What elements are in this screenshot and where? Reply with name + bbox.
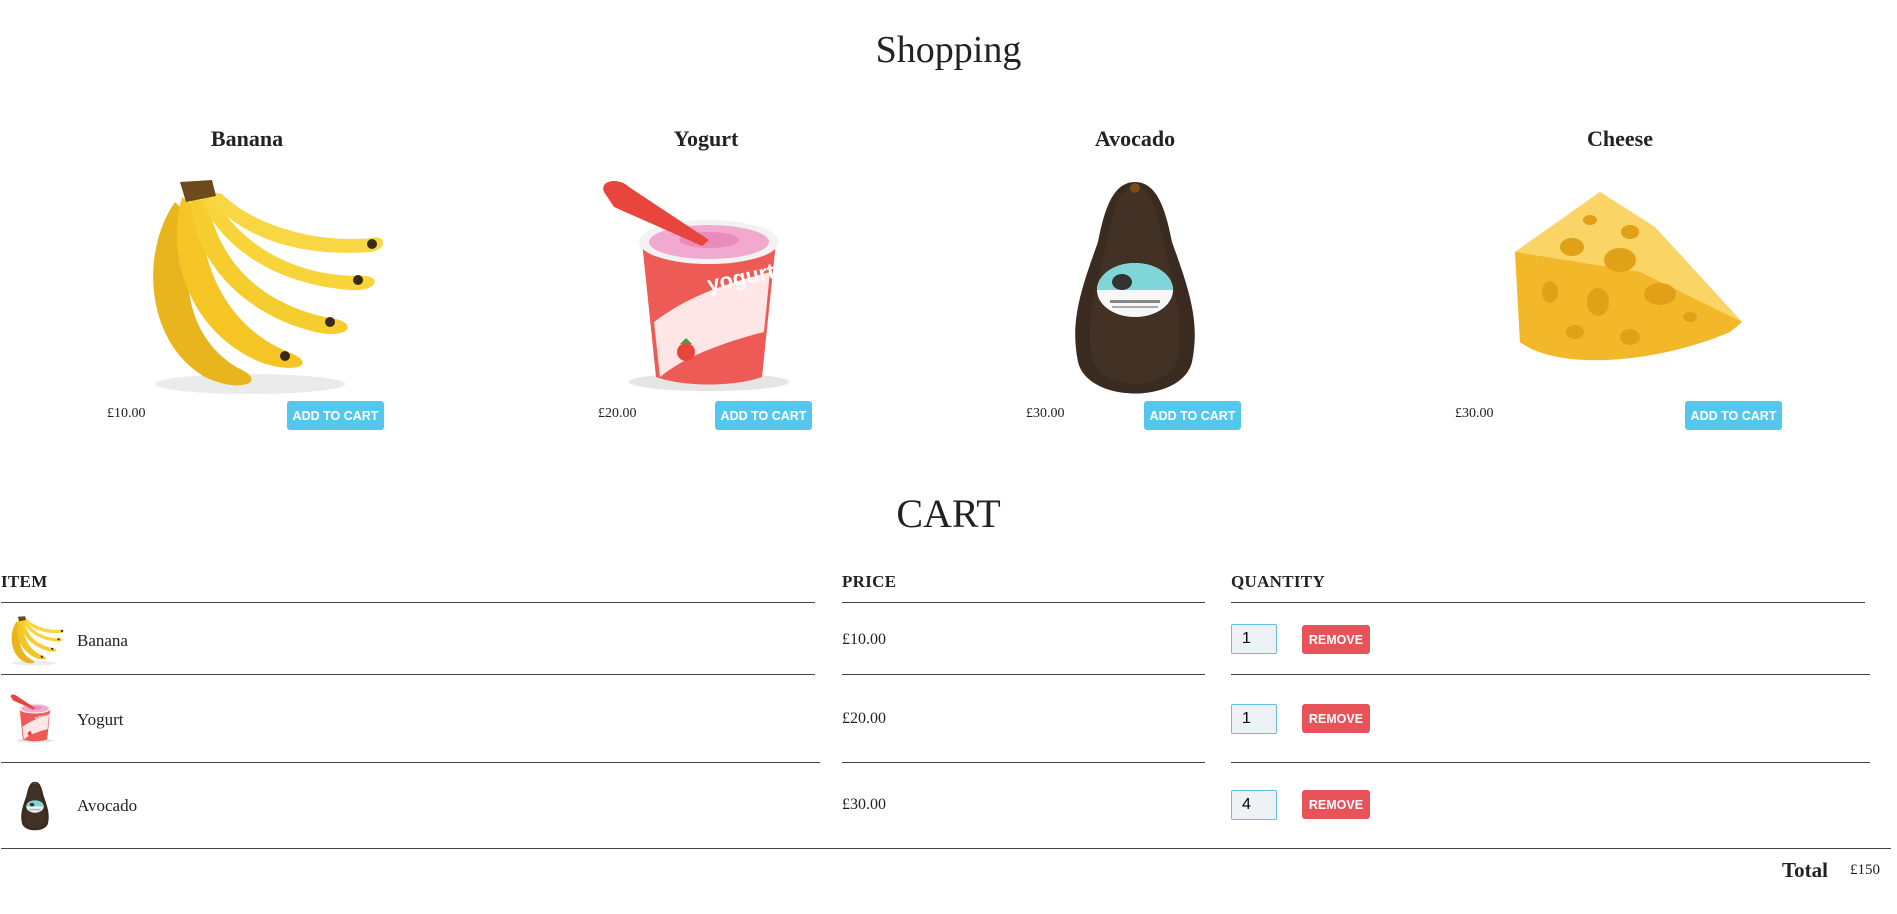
banana-image xyxy=(120,172,390,412)
table-divider xyxy=(842,602,1205,603)
shopping-heading: Shopping xyxy=(875,29,1022,71)
yogurt-image xyxy=(4,690,66,750)
cart-item-name: Banana xyxy=(77,631,128,650)
table-divider xyxy=(1,602,815,603)
table-divider xyxy=(842,762,1205,763)
product-price: £10.00 xyxy=(107,406,146,421)
table-row: Banana £10.00 REMOVE xyxy=(0,610,1897,674)
yogurt-image xyxy=(574,172,844,412)
total-label: Total xyxy=(1782,858,1828,882)
add-to-cart-button[interactable]: ADD TO CART xyxy=(1144,401,1241,430)
column-header-price: PRICE xyxy=(842,572,897,591)
table-row: Yogurt £20.00 REMOVE xyxy=(0,686,1897,756)
product-name: Cheese xyxy=(1587,126,1653,151)
product-price: £30.00 xyxy=(1455,406,1494,421)
product-price: £20.00 xyxy=(598,406,637,421)
quantity-input[interactable] xyxy=(1231,790,1277,820)
cart-item-price: £20.00 xyxy=(842,710,886,727)
table-divider xyxy=(842,674,1205,675)
table-divider xyxy=(1231,602,1865,603)
table-divider xyxy=(1,674,815,675)
banana-image xyxy=(4,612,66,672)
remove-button[interactable]: REMOVE xyxy=(1302,704,1370,733)
column-header-item: ITEM xyxy=(1,572,48,591)
cart-item-name: Yogurt xyxy=(77,710,124,729)
cart-item-price: £30.00 xyxy=(842,796,886,813)
cheese-image xyxy=(1480,172,1750,412)
table-divider xyxy=(1231,674,1870,675)
product-name: Yogurt xyxy=(673,126,739,151)
quantity-input[interactable] xyxy=(1231,624,1277,654)
cart-heading: CART xyxy=(896,491,1001,536)
remove-button[interactable]: REMOVE xyxy=(1302,790,1370,819)
product-price: £30.00 xyxy=(1026,406,1065,421)
product-name: Avocado xyxy=(1094,126,1176,151)
add-to-cart-button[interactable]: ADD TO CART xyxy=(287,401,384,430)
table-divider xyxy=(1231,762,1870,763)
avocado-image xyxy=(1000,172,1270,412)
add-to-cart-button[interactable]: ADD TO CART xyxy=(715,401,812,430)
column-header-quantity: QUANTITY xyxy=(1231,572,1326,591)
product-name: Banana xyxy=(210,126,284,151)
table-divider xyxy=(1,848,1891,849)
table-row: Avocado £30.00 REMOVE xyxy=(0,770,1897,846)
remove-button[interactable]: REMOVE xyxy=(1302,625,1370,654)
cart-item-name: Avocado xyxy=(77,796,138,815)
total-value: £150 xyxy=(1850,862,1880,878)
quantity-input[interactable] xyxy=(1231,704,1277,734)
avocado-image xyxy=(4,774,66,840)
add-to-cart-button[interactable]: ADD TO CART xyxy=(1685,401,1782,430)
table-divider xyxy=(1,762,820,763)
cart-item-price: £10.00 xyxy=(842,631,886,648)
